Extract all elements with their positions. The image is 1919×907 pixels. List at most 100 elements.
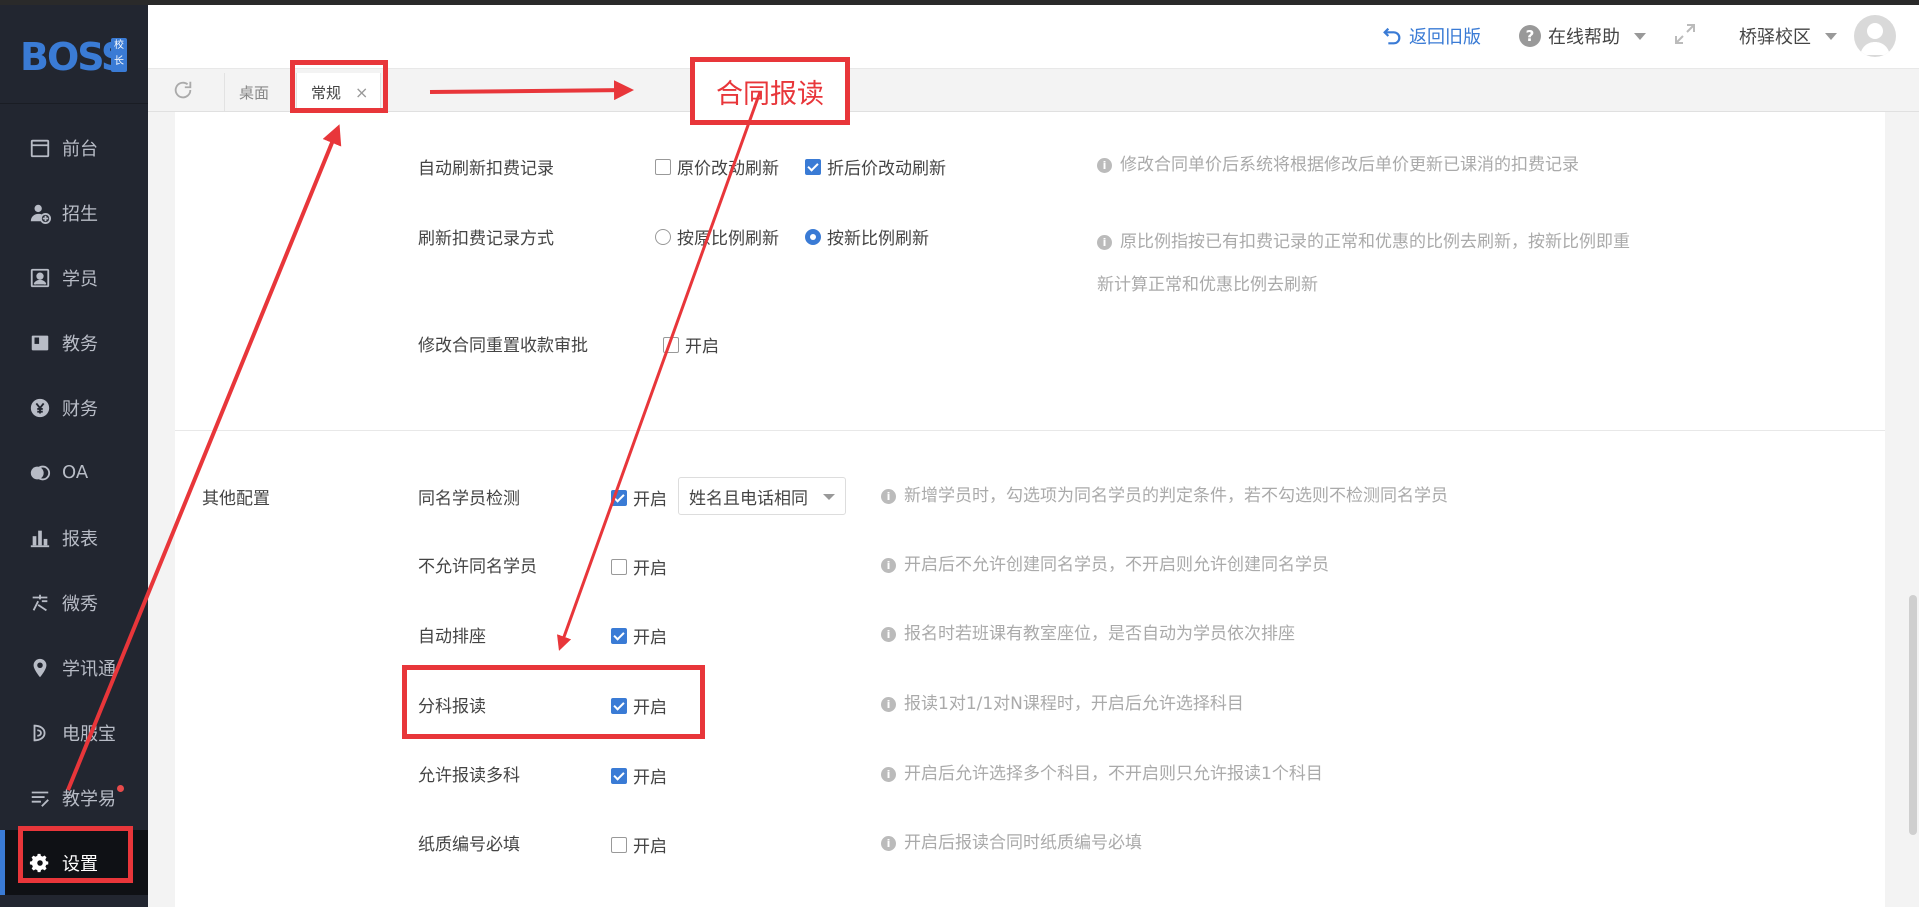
tab-label: 桌面 — [239, 83, 270, 102]
option-label: 开启 — [633, 837, 667, 857]
disallow-same-name-label: 不允许同名学员 — [418, 557, 537, 577]
multi-subject-hint: i 开启后允许选择多个科目，不开启则只允许报读1个科目 — [881, 761, 1323, 787]
campus-label: 桥驿校区 — [1739, 27, 1811, 48]
option-label: 开启 — [633, 768, 667, 788]
hint-text: 原比例指按已有扣费记录的正常和优惠的比例去刷新，按新比例即重 — [1120, 232, 1630, 252]
campus-selector[interactable]: 桥驿校区 — [1739, 23, 1837, 49]
refresh-mode-original-option[interactable]: 按原比例刷新 — [655, 224, 779, 249]
checkbox[interactable] — [611, 836, 627, 853]
sidebar-item-xuexuntong[interactable]: 学讯通 — [0, 635, 148, 700]
refresh-mode-hint: i 原比例指按已有扣费记录的正常和优惠的比例去刷新，按新比例即重 新计算正常和优… — [1097, 221, 1687, 307]
back-to-old-version-label: 返回旧版 — [1409, 27, 1481, 48]
hint-text: 开启后不允许创建同名学员，不开启则允许创建同名学员 — [904, 555, 1329, 575]
sidebar-item-oa[interactable]: OA — [0, 440, 148, 505]
chevron-down-icon — [823, 494, 835, 500]
sidebar-item-academic[interactable]: 教务 — [0, 310, 148, 375]
auto-refresh-discount-option[interactable]: 折后价改动刷新 — [805, 154, 946, 179]
scrollbar[interactable] — [1909, 595, 1917, 835]
book-icon — [28, 331, 52, 355]
sidebar-item-dianfubao[interactable]: 电服宝 — [0, 700, 148, 765]
paper-number-required-label: 纸质编号必填 — [418, 835, 520, 855]
annotation-box-general-tab — [290, 60, 388, 113]
disallow-same-name-hint: i 开启后不允许创建同名学员，不开启则允许创建同名学员 — [881, 552, 1329, 578]
weixiu-icon — [28, 591, 52, 615]
section-divider — [175, 430, 1885, 431]
undo-icon — [1383, 27, 1401, 45]
yuan-icon — [28, 396, 52, 420]
option-label: 按原比例刷新 — [677, 229, 779, 249]
same-name-check-option[interactable]: 开启 — [611, 485, 667, 510]
info-icon: i — [881, 489, 896, 504]
help-icon: ? — [1519, 25, 1541, 47]
user-add-icon — [28, 201, 52, 225]
hint-text: 开启后报读合同时纸质编号必填 — [904, 833, 1142, 853]
fullscreen-button[interactable] — [1673, 22, 1703, 46]
radio[interactable] — [655, 228, 671, 245]
chevron-down-icon — [1634, 32, 1646, 40]
checkbox[interactable] — [611, 767, 627, 784]
sidebar-item-students[interactable]: 学员 — [0, 245, 148, 310]
refresh-mode-label: 刷新扣费记录方式 — [418, 229, 554, 249]
sidebar-item-label: 学讯通 — [62, 658, 116, 680]
online-help-label: 在线帮助 — [1548, 27, 1620, 48]
option-label: 折后价改动刷新 — [827, 159, 946, 179]
hint-text: 新增学员时，勾选项为同名学员的判定条件，若不勾选则不检测同名学员 — [904, 486, 1448, 506]
radio[interactable] — [805, 228, 821, 245]
sidebar-item-label: 报表 — [62, 528, 98, 550]
sidebar-item-label: 招生 — [62, 203, 98, 225]
auto-refresh-original-option[interactable]: 原价改动刷新 — [655, 154, 779, 179]
info-icon: i — [881, 836, 896, 851]
settings-panel: 自动刷新扣费记录 原价改动刷新 折后价改动刷新 i 修改合同单价后系统将根据修改… — [175, 112, 1885, 907]
sidebar-item-front-desk[interactable]: 前台 — [0, 115, 148, 180]
refresh-mode-new-option[interactable]: 按新比例刷新 — [805, 224, 929, 249]
checkbox[interactable] — [611, 627, 627, 644]
auto-refresh-hint: i 修改合同单价后系统将根据修改后单价更新已课消的扣费记录 — [1097, 152, 1579, 178]
sidebar: BOSS 校长 前台 招生 学员 教务 财务 OA 报表 微秀 学讯通 电服宝 … — [0, 5, 148, 907]
checkbox[interactable] — [655, 158, 671, 175]
hint-text: 修改合同单价后系统将根据修改后单价更新已课消的扣费记录 — [1120, 155, 1579, 175]
top-header: 返回旧版 ? 在线帮助 桥驿校区 — [148, 5, 1919, 69]
sidebar-item-label: 教学易 — [62, 788, 116, 810]
checkbox[interactable] — [663, 336, 679, 353]
option-label: 开启 — [633, 628, 667, 648]
notification-dot — [117, 785, 124, 792]
sidebar-item-label: 前台 — [62, 138, 98, 160]
back-to-old-version-button[interactable]: 返回旧版 — [1381, 23, 1481, 49]
checkbox[interactable] — [611, 489, 627, 506]
auto-seating-hint: i 报名时若班课有教室座位，是否自动为学员依次排座 — [881, 621, 1295, 647]
online-help-menu[interactable]: ? 在线帮助 — [1518, 23, 1646, 49]
bar-chart-icon — [28, 526, 52, 550]
auto-seating-option[interactable]: 开启 — [611, 623, 667, 648]
option-label: 原价改动刷新 — [677, 159, 779, 179]
annotation-box-subject-enrollment — [402, 665, 705, 739]
reset-approval-option[interactable]: 开启 — [663, 332, 719, 357]
other-config-section-title: 其他配置 — [202, 489, 270, 509]
chevron-down-icon — [1825, 32, 1837, 40]
checkbox[interactable] — [611, 558, 627, 575]
avatar[interactable] — [1854, 15, 1896, 57]
calendar-icon — [28, 136, 52, 160]
tab-desktop[interactable]: 桌面 — [224, 73, 283, 111]
paper-number-required-option[interactable]: 开启 — [611, 832, 667, 857]
sidebar-item-label: 教务 — [62, 333, 98, 355]
hint-text: 报读1对1/1对N课程时，开启后允许选择科目 — [904, 694, 1244, 714]
refresh-icon[interactable] — [172, 79, 194, 101]
tab-bar: 桌面 常规 × — [148, 69, 1919, 112]
sidebar-nav: 前台 招生 学员 教务 财务 OA 报表 微秀 学讯通 电服宝 教学易 设置 — [0, 115, 148, 895]
subject-enrollment-hint: i 报读1对1/1对N课程时，开启后允许选择科目 — [881, 691, 1244, 717]
sidebar-item-reports[interactable]: 报表 — [0, 505, 148, 570]
sidebar-item-weixiu[interactable]: 微秀 — [0, 570, 148, 635]
same-name-check-hint: i 新增学员时，勾选项为同名学员的判定条件，若不勾选则不检测同名学员 — [881, 483, 1448, 509]
location-pin-icon — [28, 656, 52, 680]
fullscreen-icon — [1675, 24, 1695, 44]
sidebar-item-label: 学员 — [62, 268, 98, 290]
sidebar-item-finance[interactable]: 财务 — [0, 375, 148, 440]
id-card-icon — [28, 266, 52, 290]
multi-subject-label: 允许报读多科 — [418, 766, 520, 786]
sidebar-item-jiaoxueyi[interactable]: 教学易 — [0, 765, 148, 830]
sidebar-item-enrollment[interactable]: 招生 — [0, 180, 148, 245]
multi-subject-option[interactable]: 开启 — [611, 763, 667, 788]
disallow-same-name-option[interactable]: 开启 — [611, 554, 667, 579]
checkbox[interactable] — [805, 158, 821, 175]
same-name-criteria-select[interactable]: 姓名且电话相同 — [678, 477, 846, 515]
